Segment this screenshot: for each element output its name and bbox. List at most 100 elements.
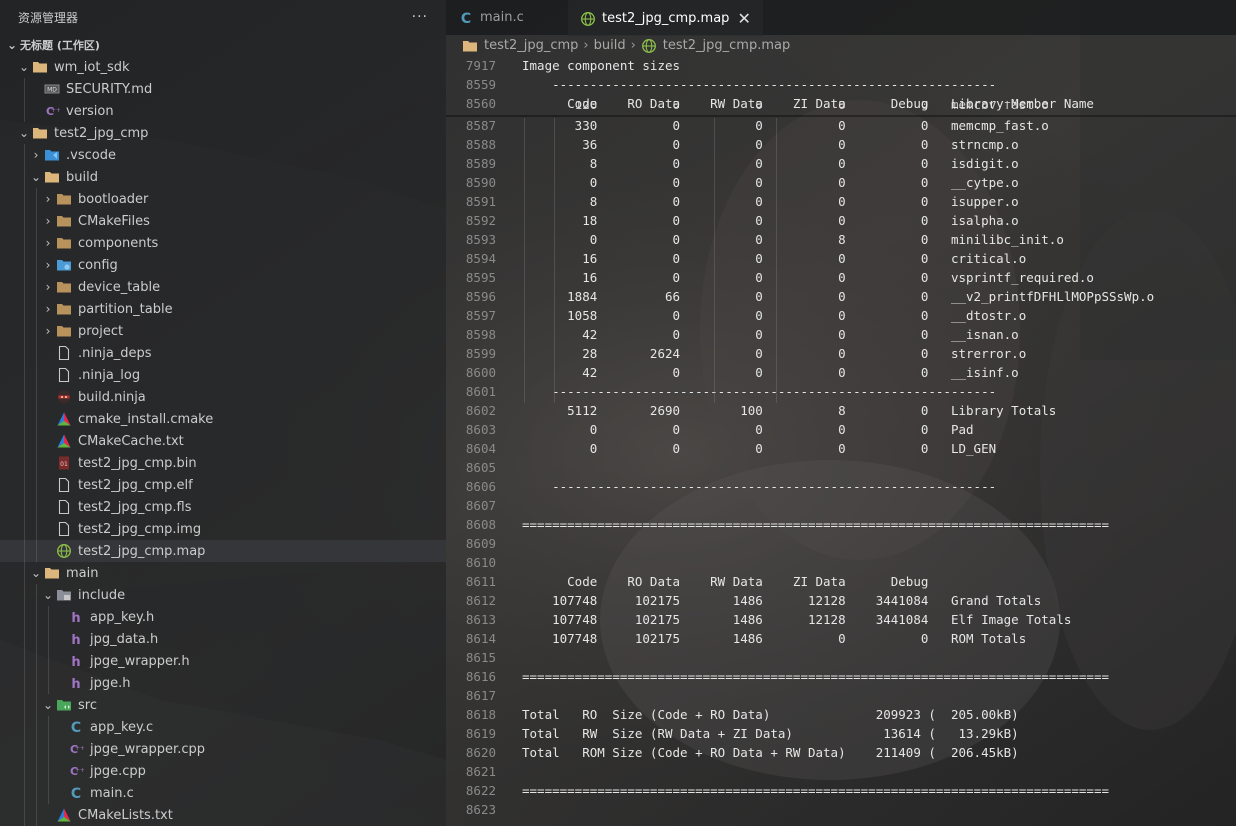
tree-item[interactable]: › device_table [0, 276, 446, 298]
header-file-icon: h [68, 675, 84, 691]
tree-item[interactable]: C ++ jpge_wrapper.cpp [0, 738, 446, 760]
chevron-right-icon[interactable]: › [40, 214, 56, 228]
tree-item[interactable]: test2_jpg_cmp.elf [0, 474, 446, 496]
code-line[interactable]: 28 2624 0 0 0 strerror.o [522, 344, 1026, 363]
editor-tab[interactable]: Cmain.c [446, 0, 568, 35]
code-line[interactable]: Total RW Size (RW Data + ZI Data) 13614 … [522, 724, 1019, 743]
code-line[interactable]: 1058 0 0 0 0 __dtostr.o [522, 306, 1026, 325]
tree-item[interactable]: cmake_install.cmake [0, 408, 446, 430]
code-line[interactable]: 1884 66 0 0 0 __v2_printfDFHLlMOPpSSsWp.… [522, 287, 1154, 306]
tree-item[interactable]: C ++ version [0, 100, 446, 122]
tree-item[interactable]: build.ninja [0, 386, 446, 408]
c-file-icon: C [68, 719, 84, 735]
code-line[interactable]: Total ROM Size (Code + RO Data + RW Data… [522, 743, 1019, 762]
tree-item[interactable]: CMakeLists.txt [0, 804, 446, 826]
close-icon[interactable]: ✕ [737, 9, 750, 28]
code-line[interactable]: Code RO Data RW Data ZI Data Debug Libra… [522, 94, 1094, 113]
tree-item[interactable]: ⌄ include [0, 584, 446, 606]
code-line[interactable]: ========================================… [522, 515, 1109, 534]
tree-item[interactable]: h app_key.h [0, 606, 446, 628]
code-view[interactable]: 120 0 0 0 0 memcpy_fast.o 7917 Image compo… [446, 56, 1236, 826]
tree-item[interactable]: › project [0, 320, 446, 342]
chevron-down-icon[interactable]: ⌄ [16, 60, 32, 74]
tree-item[interactable]: test2_jpg_cmp.img [0, 518, 446, 540]
more-actions-button[interactable]: ··· [412, 9, 428, 25]
chevron-right-icon[interactable]: › [40, 258, 56, 272]
code-line[interactable]: 0 0 0 0 0 Pad [522, 420, 974, 439]
code-line[interactable]: 16 0 0 0 0 critical.o [522, 249, 1026, 268]
line-number: 8613 [465, 612, 496, 627]
code-line[interactable]: 42 0 0 0 0 __isnan.o [522, 325, 1019, 344]
chevron-down-icon[interactable]: ⌄ [16, 126, 32, 140]
tree-item[interactable]: Cmain.c [0, 782, 446, 804]
tree-item[interactable]: test2_jpg_cmp.fls [0, 496, 446, 518]
chevron-right-icon[interactable]: › [40, 324, 56, 338]
tree-item[interactable]: test2_jpg_cmp.map [0, 540, 446, 562]
chevron-down-icon[interactable]: ⌄ [28, 566, 44, 580]
tree-item[interactable]: C ++ jpge.cpp [0, 760, 446, 782]
tree-item[interactable]: ⌄ wm_iot_sdk [0, 56, 446, 78]
tree-item[interactable]: .ninja_deps [0, 342, 446, 364]
line-number: 8590 [465, 175, 496, 190]
tree-item[interactable]: CMakeCache.txt [0, 430, 446, 452]
code-line[interactable]: 8 0 0 0 0 isdigit.o [522, 154, 1019, 173]
code-line[interactable]: 8 0 0 0 0 isupper.o [522, 192, 1019, 211]
indent-guide [24, 166, 25, 188]
code-line[interactable]: 0 0 0 8 0 minilibc_init.o [522, 230, 1064, 249]
tree-item[interactable]: › bootloader [0, 188, 446, 210]
tree-item[interactable]: › partition_table [0, 298, 446, 320]
code-line[interactable]: Code RO Data RW Data ZI Data Debug [522, 572, 928, 591]
tree-item[interactable]: › config [0, 254, 446, 276]
code-line[interactable]: 330 0 0 0 0 memcmp_fast.o [522, 116, 1049, 135]
tree-item[interactable]: ⌄ build [0, 166, 446, 188]
tree-item[interactable]: › components [0, 232, 446, 254]
code-line[interactable]: ========================================… [522, 781, 1109, 800]
tree-item[interactable]: .ninja_log [0, 364, 446, 386]
code-line[interactable]: ----------------------------------------… [522, 382, 996, 401]
code-line[interactable]: ----------------------------------------… [522, 75, 996, 94]
tree-item[interactable]: ⌄ src [0, 694, 446, 716]
line-number: 8617 [465, 688, 496, 703]
chevron-right-icon[interactable]: › [40, 280, 56, 294]
breadcrumb-item[interactable]: build [594, 38, 626, 53]
chevron-down-icon[interactable]: ⌄ [28, 170, 44, 184]
code-line[interactable]: 0 0 0 0 0 LD_GEN [522, 439, 996, 458]
code-line[interactable]: ========================================… [522, 667, 1109, 686]
code-line[interactable]: 16 0 0 0 0 vsprintf_required.o [522, 268, 1094, 287]
tree-item[interactable]: Capp_key.c [0, 716, 446, 738]
tree-item-label: CMakeLists.txt [78, 807, 173, 823]
tree-item[interactable]: MD SECURITY.md [0, 78, 446, 100]
code-line[interactable]: ----------------------------------------… [522, 477, 996, 496]
chevron-right-icon[interactable]: › [40, 236, 56, 250]
workspace-root[interactable]: ⌄ 无标题 (工作区) [0, 34, 446, 56]
tree-item[interactable]: h jpge_wrapper.h [0, 650, 446, 672]
tree-item[interactable]: h jpg_data.h [0, 628, 446, 650]
tree-item[interactable]: › CMakeFiles [0, 210, 446, 232]
tree-item[interactable]: › .vscode [0, 144, 446, 166]
code-line[interactable]: Total RO Size (Code + RO Data) 209923 ( … [522, 705, 1019, 724]
chevron-down-icon[interactable]: ⌄ [40, 698, 56, 712]
code-line[interactable]: Image component sizes [522, 56, 680, 75]
indent-guide [24, 144, 25, 166]
chevron-down-icon[interactable]: ⌄ [40, 588, 56, 602]
code-line[interactable]: 42 0 0 0 0 __isinf.o [522, 363, 1019, 382]
breadcrumb-item[interactable]: test2_jpg_cmp [484, 38, 578, 53]
code-line[interactable]: 5112 2690 100 8 0 Library Totals [522, 401, 1056, 420]
tree-item[interactable]: ⌄ main [0, 562, 446, 584]
code-line[interactable]: 107748 102175 1486 0 0 ROM Totals [522, 629, 1026, 648]
chevron-right-icon[interactable]: › [40, 192, 56, 206]
code-line[interactable]: 107748 102175 1486 12128 3441084 Elf Ima… [522, 610, 1071, 629]
code-line[interactable]: 36 0 0 0 0 strncmp.o [522, 135, 1019, 154]
code-line[interactable]: 107748 102175 1486 12128 3441084 Grand T… [522, 591, 1041, 610]
breadcrumb-item[interactable]: test2_jpg_cmp.map [663, 38, 790, 53]
indent-guide [48, 650, 49, 672]
tree-item[interactable]: h jpge.h [0, 672, 446, 694]
code-line[interactable]: 0 0 0 0 0 __cytpe.o [522, 173, 1019, 192]
code-line[interactable]: 18 0 0 0 0 isalpha.o [522, 211, 1019, 230]
chevron-right-icon[interactable]: › [40, 302, 56, 316]
tree-item[interactable]: 01 test2_jpg_cmp.bin [0, 452, 446, 474]
editor-tab[interactable]: test2_jpg_cmp.map ✕ [568, 0, 763, 36]
chevron-right-icon[interactable]: › [28, 148, 44, 162]
editor-area: Cmain.c test2_jpg_cmp.map ✕ test2_jpg_cmp ›… [446, 0, 1236, 826]
tree-item[interactable]: ⌄ test2_jpg_cmp [0, 122, 446, 144]
